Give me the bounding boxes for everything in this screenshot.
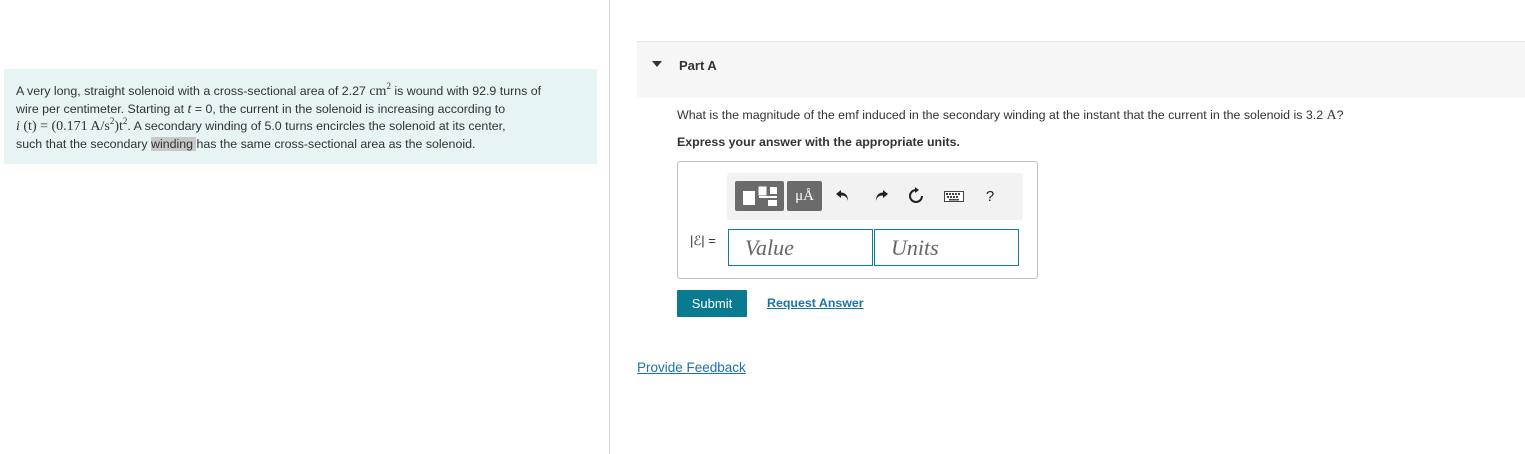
collapse-caret-icon[interactable] — [652, 61, 662, 67]
area-unit: cm2 — [369, 81, 391, 100]
problem-line-4: such that the secondary winding has the … — [16, 136, 476, 151]
problem-line-2: wire per centimeter. Starting at t = 0, … — [16, 101, 506, 117]
undo-icon — [836, 190, 848, 201]
problem-statement: A very long, straight solenoid with a cr… — [4, 69, 597, 164]
answer-instruction: Express your answer with the appropriate… — [677, 135, 960, 149]
question-text: What is the magnitude of the emf induced… — [677, 108, 1344, 123]
units-button[interactable]: μÅ — [787, 181, 822, 211]
units-input[interactable]: Units — [874, 229, 1019, 266]
templates-icon — [743, 186, 777, 206]
panel-divider — [609, 0, 610, 454]
math-toolbar: μÅ ? — [727, 173, 1023, 220]
templates-button[interactable] — [735, 181, 784, 211]
request-answer-link[interactable]: Request Answer — [767, 296, 864, 310]
highlighted-word: winding — [151, 136, 197, 151]
help-button[interactable]: ? — [980, 186, 1000, 206]
undo-button[interactable] — [833, 186, 853, 206]
problem-line-3: i (t) = (0.171 A/s2)t2. A secondary wind… — [16, 116, 506, 135]
provide-feedback-link[interactable]: Provide Feedback — [637, 360, 746, 375]
emf-symbol-label: |ℰ| = — [690, 233, 716, 248]
part-label: Part A — [679, 58, 717, 73]
current-equation: i (t) = (0.171 A/s2)t2 — [16, 116, 128, 135]
answer-box: μÅ ? |ℰ| = Value Units — [677, 161, 1038, 279]
current-unit: A — [1326, 108, 1337, 123]
keyboard-button[interactable] — [943, 186, 965, 206]
value-input[interactable]: Value — [728, 229, 873, 266]
reset-button[interactable] — [906, 186, 926, 206]
submit-button[interactable]: Submit — [677, 290, 747, 317]
part-a-header[interactable]: Part A — [637, 41, 1525, 98]
redo-icon — [876, 190, 888, 201]
problem-line-1: A very long, straight solenoid with a cr… — [16, 81, 542, 100]
keyboard-icon — [944, 190, 964, 202]
reset-icon — [909, 187, 923, 203]
problem-text: A very long, straight solenoid with a cr… — [16, 84, 370, 98]
redo-button[interactable] — [871, 186, 891, 206]
